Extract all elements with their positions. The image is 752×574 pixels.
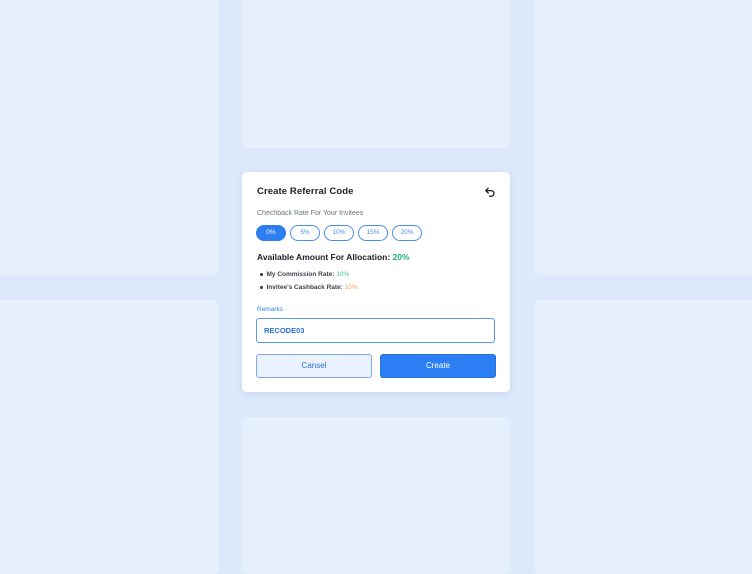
cashback-rate-label: Invitee's Cashback Rate: [266,284,343,291]
rate-breakdown-list: My Commission Rate: 10% Invitee's Cashba… [260,268,358,294]
rate-option-0[interactable]: 0% [256,225,286,241]
rate-option-20[interactable]: 20% [392,225,422,241]
background-card [242,0,510,148]
remarks-input[interactable] [256,318,495,343]
bullet-icon [260,273,263,276]
commission-rate-value: 10% [336,271,350,278]
rate-options: 0% 5% 10% 15% 20% [256,225,422,241]
rate-option-5[interactable]: 5% [290,225,320,241]
background-card [0,300,219,574]
rate-option-15[interactable]: 15% [358,225,388,241]
bullet-icon [260,286,263,289]
background-card [534,300,752,574]
background-card [0,0,219,275]
remarks-label: Remarks [257,306,284,313]
cancel-button[interactable]: Cansel [256,354,372,378]
available-amount-label: Available Amount For Allocation: [257,252,391,262]
commission-rate-label: My Commission Rate: [266,271,335,278]
background-card [242,417,510,574]
modal-title: Create Referral Code [257,186,354,197]
cashback-rate-label: Chechback Rate For Your Invitees [257,210,364,217]
create-referral-modal: Create Referral Code Chechback Rate For … [242,172,510,392]
list-item: My Commission Rate: 10% [260,268,358,281]
rate-option-10[interactable]: 10% [324,225,354,241]
available-amount: Available Amount For Allocation: 20% [257,252,410,262]
cashback-rate-value: 10% [344,284,358,291]
background-card [534,0,752,275]
list-item: Invitee's Cashback Rate: 10% [260,281,358,294]
create-button[interactable]: Create [380,354,496,378]
undo-arrow-icon[interactable] [484,185,496,197]
available-amount-value: 20% [392,252,410,262]
